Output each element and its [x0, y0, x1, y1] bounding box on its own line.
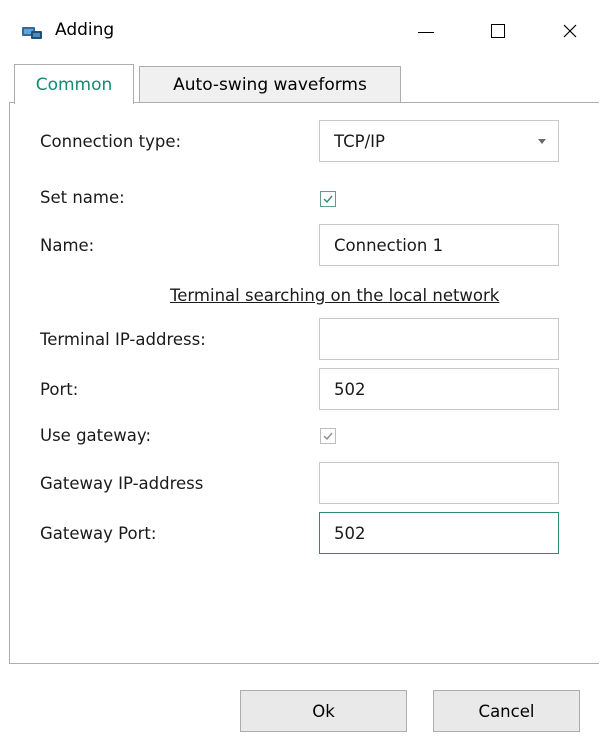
gateway-port-label: Gateway Port: — [40, 524, 157, 543]
minimize-button[interactable] — [400, 11, 452, 51]
gateway-ip-input[interactable] — [319, 462, 559, 504]
terminal-ip-label: Terminal IP-address: — [40, 330, 206, 349]
minimize-icon — [418, 31, 434, 33]
set-name-checkbox[interactable] — [320, 191, 336, 207]
connection-type-value: TCP/IP — [334, 131, 385, 151]
tab-auto-swing-waveforms[interactable]: Auto-swing waveforms — [139, 66, 401, 103]
chevron-down-icon — [538, 139, 546, 144]
use-gateway-label: Use gateway: — [40, 426, 152, 445]
network-connection-icon — [22, 24, 42, 40]
cancel-button[interactable]: Cancel — [433, 690, 580, 732]
tab-common[interactable]: Common — [14, 64, 134, 104]
name-label: Name: — [40, 236, 95, 255]
connection-type-label: Connection type: — [40, 132, 182, 151]
port-label: Port: — [40, 380, 79, 399]
gateway-port-input[interactable]: 502 — [319, 512, 559, 554]
set-name-label: Set name: — [40, 188, 125, 207]
close-icon — [563, 24, 577, 38]
use-gateway-checkbox[interactable] — [320, 428, 336, 444]
checkmark-icon — [323, 195, 333, 204]
name-input[interactable]: Connection 1 — [319, 224, 559, 266]
checkmark-icon — [323, 432, 333, 441]
close-button[interactable] — [544, 11, 596, 51]
terminal-ip-input[interactable] — [319, 318, 559, 360]
title-bar: Adding — [0, 0, 601, 62]
gateway-ip-label: Gateway IP-address — [40, 474, 204, 493]
port-input[interactable]: 502 — [319, 368, 559, 410]
ok-button[interactable]: Ok — [240, 690, 407, 732]
maximize-icon — [491, 24, 505, 38]
terminal-search-link[interactable]: Terminal searching on the local network — [170, 286, 499, 305]
window-title: Adding — [55, 20, 115, 40]
maximize-button[interactable] — [472, 11, 524, 51]
connection-type-select[interactable]: TCP/IP — [319, 120, 559, 162]
